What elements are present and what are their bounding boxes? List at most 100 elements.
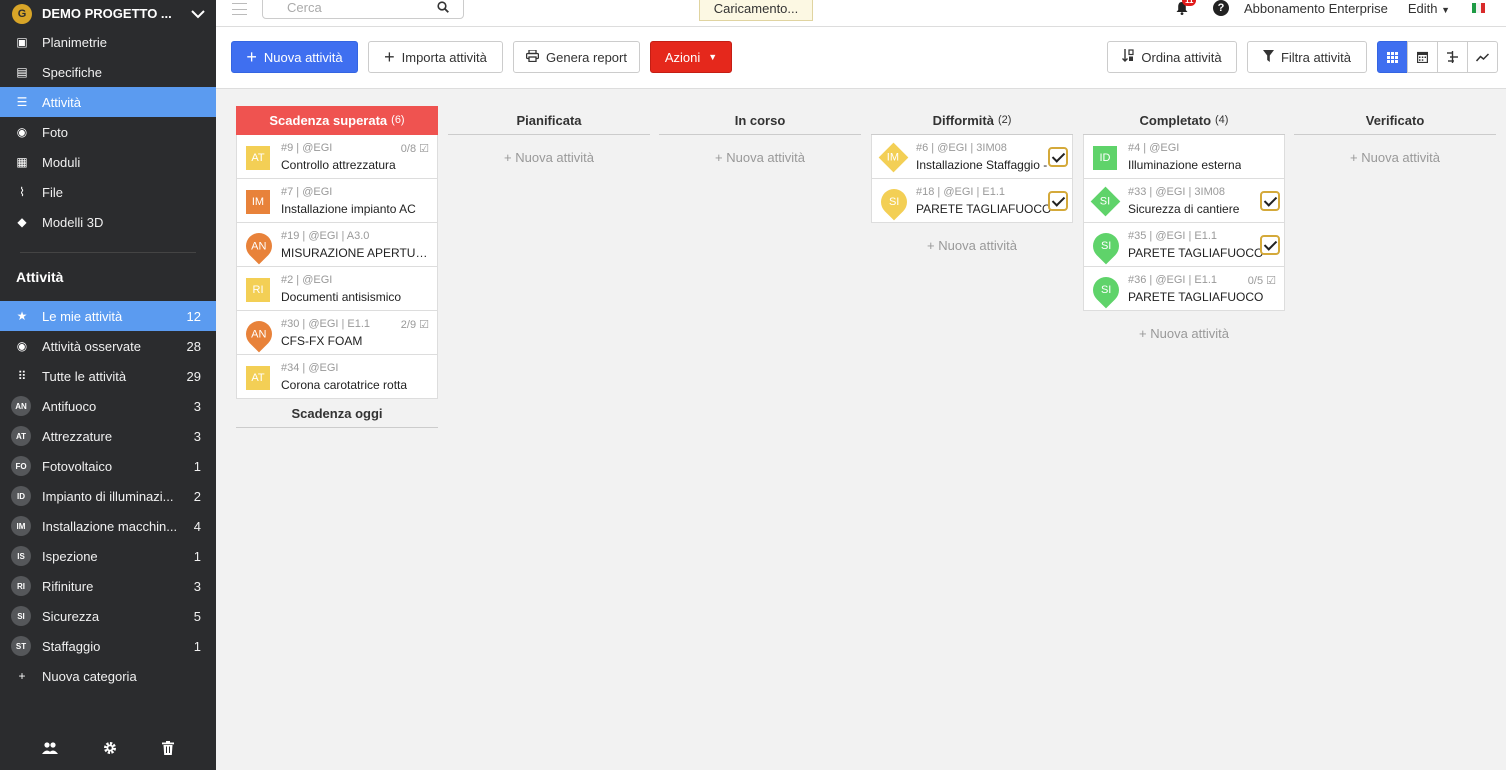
- verify-checkbox[interactable]: [1260, 235, 1280, 255]
- sort-tasks-button[interactable]: Ordina attività: [1107, 41, 1237, 73]
- category-marker-icon: SI: [875, 183, 913, 221]
- sidebar-item-planimetrie[interactable]: ▣ Planimetrie: [0, 27, 216, 57]
- sidebar-item-foto[interactable]: ◉ Foto: [0, 117, 216, 147]
- category-marker-icon: IM: [878, 142, 909, 173]
- sidebar-item-label: Specifiche: [42, 64, 102, 80]
- add-task-button[interactable]: + Nuova attività: [1083, 311, 1285, 355]
- calendar-view-button[interactable]: [1407, 41, 1438, 73]
- hamburger-icon[interactable]: [232, 3, 247, 15]
- checkbox-icon: ☑: [1263, 275, 1276, 287]
- board-column: Difformità (2) IM #6 | @EGI | 3IM08 Installa…: [871, 106, 1073, 267]
- add-task-button[interactable]: + Nuova attività: [659, 135, 861, 179]
- checklist-progress: 0/5 ☑: [1248, 274, 1276, 287]
- sidebar-item-attività[interactable]: ☰ Attività: [0, 87, 216, 117]
- category-badge: IS: [11, 546, 31, 566]
- users-icon[interactable]: [42, 741, 59, 757]
- task-card[interactable]: SI #18 | @EGI | E1.1 PARETE TAGLIAFUOCO: [871, 179, 1073, 223]
- caret-down-icon: ▼: [1441, 4, 1450, 15]
- column-subheader: Scadenza oggi: [236, 399, 438, 428]
- add-task-button[interactable]: + Nuova attività: [1294, 135, 1496, 179]
- star-icon: ★: [16, 309, 28, 323]
- task-meta: #18 | @EGI | E1.1: [916, 186, 1006, 198]
- chevron-down-icon[interactable]: [180, 6, 216, 22]
- task-card[interactable]: IM #7 | @EGI Installazione impianto AC: [236, 179, 438, 223]
- task-card[interactable]: RI #2 | @EGI Documenti antisismico: [236, 267, 438, 311]
- user-menu[interactable]: Edith ▼: [1408, 1, 1450, 16]
- sidebar-item-label: File: [42, 184, 63, 200]
- task-meta: #4 | @EGI: [1128, 142, 1180, 154]
- task-meta: #6 | @EGI | 3IM08: [916, 142, 1007, 154]
- task-card[interactable]: AN #19 | @EGI | A3.0 MISURAZIONE APERTUR..…: [236, 223, 438, 267]
- category-label: Antifuoco: [42, 398, 97, 414]
- task-filter-item[interactable]: ◉ Attività osservate 28: [0, 331, 216, 361]
- italian-flag-icon[interactable]: [1472, 3, 1485, 13]
- project-switcher[interactable]: G DEMO PROGETTO ...: [0, 0, 216, 27]
- column-header: Pianificata: [448, 106, 650, 135]
- generate-report-button[interactable]: Genera report: [513, 41, 640, 73]
- task-card[interactable]: SI #35 | @EGI | E1.1 PARETE TAGLIAFUOCO: [1083, 223, 1285, 267]
- task-title: PARETE TAGLIAFUOCO: [1128, 290, 1264, 304]
- list-icon: ☰: [16, 95, 28, 109]
- bell-icon[interactable]: 11: [1175, 0, 1197, 16]
- task-card[interactable]: AN #30 | @EGI | E1.1 CFS-FX FOAM 2/9 ☑: [236, 311, 438, 355]
- filter-tasks-button[interactable]: Filtra attività: [1247, 41, 1367, 73]
- search-icon[interactable]: [437, 1, 449, 13]
- task-meta: #33 | @EGI | 3IM08: [1128, 186, 1225, 198]
- category-item[interactable]: IM Installazione macchin... 4: [0, 511, 216, 541]
- column-header: Verificato: [1294, 106, 1496, 135]
- category-marker-icon: AT: [246, 366, 270, 390]
- task-card[interactable]: SI #36 | @EGI | E1.1 PARETE TAGLIAFUOCO 0/5…: [1083, 267, 1285, 311]
- category-item[interactable]: AT Attrezzature 3: [0, 421, 216, 451]
- chart-view-button[interactable]: [1467, 41, 1498, 73]
- task-card[interactable]: AT #9 | @EGI Controllo attrezzatura 0/8 ☑: [236, 135, 438, 179]
- grid-icon: [1387, 51, 1398, 63]
- category-item[interactable]: ST Staffaggio 1: [0, 631, 216, 661]
- new-task-button[interactable]: + Nuova attività: [231, 41, 358, 73]
- verify-checkbox[interactable]: [1048, 147, 1068, 167]
- search-box[interactable]: [262, 0, 464, 19]
- search-input[interactable]: [287, 0, 427, 15]
- task-card[interactable]: AT #34 | @EGI Corona carotatrice rotta: [236, 355, 438, 399]
- help-icon[interactable]: ?: [1213, 0, 1229, 16]
- column-header: Difformità (2): [871, 106, 1073, 135]
- category-badge: RI: [11, 576, 31, 596]
- category-item[interactable]: FO Fotovoltaico 1: [0, 451, 216, 481]
- sidebar-item-label: Planimetrie: [42, 34, 108, 50]
- task-filter-label: Tutte le attività: [42, 368, 127, 384]
- category-item[interactable]: RI Rifiniture 3: [0, 571, 216, 601]
- column-title: In corso: [734, 112, 786, 128]
- task-filter-item[interactable]: ★ Le mie attività 12: [0, 301, 216, 331]
- gantt-icon: [1447, 51, 1458, 63]
- category-marker-icon: AN: [240, 227, 278, 265]
- actions-dropdown[interactable]: Azioni ▼: [650, 41, 732, 73]
- category-item[interactable]: IS Ispezione 1: [0, 541, 216, 571]
- task-card[interactable]: IM #6 | @EGI | 3IM08 Installazione Staffag…: [871, 135, 1073, 179]
- verify-checkbox[interactable]: [1260, 191, 1280, 211]
- task-card[interactable]: ID #4 | @EGI Illuminazione esterna: [1083, 135, 1285, 179]
- gear-icon[interactable]: [103, 741, 117, 758]
- category-item[interactable]: AN Antifuoco 3: [0, 391, 216, 421]
- sidebar-item-label: Attività: [42, 94, 82, 110]
- board-view-button[interactable]: [1377, 41, 1408, 73]
- subscription-link[interactable]: Abbonamento Enterprise: [1244, 1, 1388, 16]
- sidebar-item-file[interactable]: ⌇ File: [0, 177, 216, 207]
- project-name[interactable]: DEMO PROGETTO ...: [42, 6, 180, 21]
- category-item[interactable]: SI Sicurezza 5: [0, 601, 216, 631]
- new-category-button[interactable]: + Nuova categoria: [0, 661, 216, 691]
- trash-icon[interactable]: [161, 740, 174, 758]
- checklist-progress: 2/9 ☑: [401, 318, 429, 331]
- clipboard-icon: ▦: [16, 155, 28, 169]
- add-task-button[interactable]: + Nuova attività: [448, 135, 650, 179]
- sidebar-footer: [0, 728, 216, 770]
- sidebar-item-specifiche[interactable]: ▤ Specifiche: [0, 57, 216, 87]
- add-task-button[interactable]: + Nuova attività: [871, 223, 1073, 267]
- task-meta: #7 | @EGI: [281, 186, 333, 198]
- sidebar-item-moduli[interactable]: ▦ Moduli: [0, 147, 216, 177]
- import-tasks-button[interactable]: + Importa attività: [368, 41, 503, 73]
- task-card[interactable]: SI #33 | @EGI | 3IM08 Sicurezza di cantier…: [1083, 179, 1285, 223]
- sidebar-item-modelli-3d[interactable]: ◆ Modelli 3D: [0, 207, 216, 237]
- category-item[interactable]: ID Impianto di illuminazi... 2: [0, 481, 216, 511]
- task-filter-item[interactable]: ⠿ Tutte le attività 29: [0, 361, 216, 391]
- gantt-view-button[interactable]: [1437, 41, 1468, 73]
- verify-checkbox[interactable]: [1048, 191, 1068, 211]
